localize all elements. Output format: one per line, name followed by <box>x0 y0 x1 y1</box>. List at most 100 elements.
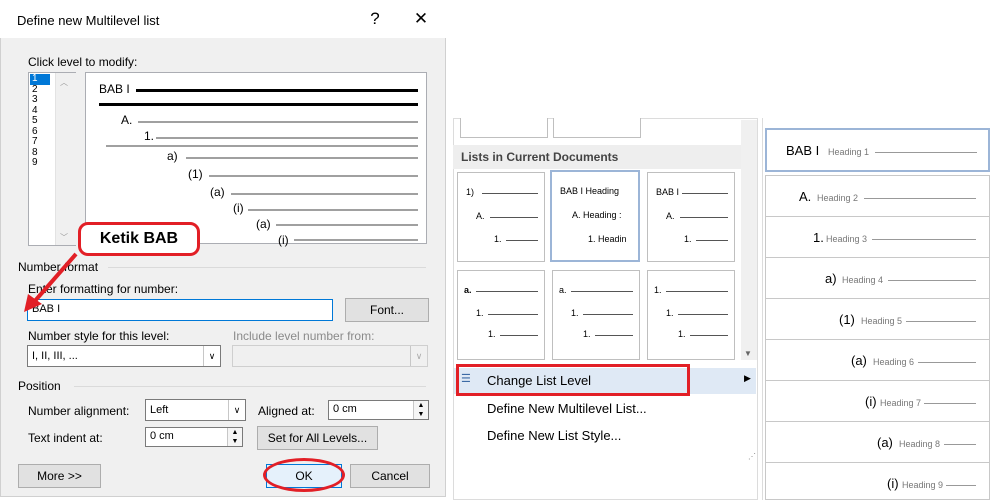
level-option[interactable]: a) Heading 4 <box>765 257 990 301</box>
level-option[interactable]: BAB I Heading 1 <box>765 128 990 172</box>
thumb-text: 1. <box>488 329 496 339</box>
annotation-menu-highlight <box>456 364 690 396</box>
close-icon[interactable]: ✕ <box>409 8 433 30</box>
thumb-text: 1. <box>654 285 662 295</box>
level-number: (i) <box>887 476 899 491</box>
level-heading: Heading 7 <box>880 398 922 408</box>
number-alignment-select[interactable]: Left ∨ <box>145 399 246 421</box>
level-number: 1. <box>813 230 824 245</box>
preview-line <box>106 145 418 147</box>
thumb-text: 1. <box>494 234 502 244</box>
thumb-line <box>482 193 538 194</box>
level-option[interactable]: A. Heading 2 <box>765 175 990 219</box>
level-option[interactable]: (a) Heading 6 <box>765 339 990 383</box>
chevron-down-icon: ∨ <box>410 346 427 366</box>
thumb-text: A. <box>476 211 485 221</box>
preview-label: (1) <box>188 167 203 181</box>
font-button[interactable]: Font... <box>345 298 429 322</box>
thumb-text: 1. <box>583 329 591 339</box>
aligned-at-value: 0 cm <box>333 403 357 415</box>
text-indent-input[interactable]: 0 cm ▲ ▼ <box>145 427 243 447</box>
preview-label: (i) <box>278 233 289 247</box>
number-style-value: I, II, III, ... <box>32 350 78 362</box>
scroll-down-icon[interactable]: ﹀ <box>60 232 68 243</box>
thumb-line <box>682 193 728 194</box>
more-button[interactable]: More >> <box>18 464 101 488</box>
cancel-button[interactable]: Cancel <box>350 464 430 488</box>
gallery-thumb[interactable]: BAB I A. 1. <box>647 172 735 262</box>
thumb-line <box>696 240 728 241</box>
level-line <box>888 280 976 281</box>
resize-grip-icon[interactable]: ⋰ <box>748 452 756 461</box>
thumb-line <box>690 335 728 336</box>
gallery-thumb[interactable]: 1. 1. 1. <box>647 270 735 360</box>
thumb-line <box>490 217 538 218</box>
level-option[interactable]: (1) Heading 5 <box>765 298 990 342</box>
level-number: (a) <box>877 435 893 450</box>
aligned-at-label: Aligned at: <box>258 404 315 418</box>
thumb-text: a. <box>559 285 567 295</box>
level-option[interactable]: (i) Heading 9 <box>765 462 990 500</box>
gallery-thumb[interactable] <box>553 118 641 138</box>
level-preview: BAB I A. 1. a) (1) (a) (i) (a) (i) <box>85 72 427 247</box>
level-number: (a) <box>851 353 867 368</box>
level-heading: Heading 5 <box>861 316 903 326</box>
preview-label: 1. <box>144 129 155 143</box>
menu-define-multilevel[interactable]: Define New Multilevel List... <box>487 401 647 416</box>
chevron-down-icon[interactable]: ∨ <box>203 346 220 366</box>
spinner-icon[interactable]: ▲ ▼ <box>413 401 428 419</box>
thumb-line <box>500 335 538 336</box>
preview-label: A. <box>121 113 133 127</box>
thumb-text: a. <box>464 285 472 295</box>
thumb-text: 1. <box>666 308 674 318</box>
gallery-scrollbar[interactable]: ▼ <box>741 120 757 360</box>
level-number: (1) <box>839 312 855 327</box>
preview-label: a) <box>167 149 178 163</box>
thumb-line <box>666 291 728 292</box>
level-item[interactable]: 9 <box>30 157 50 169</box>
gallery-thumb[interactable]: a. 1. 1. <box>552 270 640 360</box>
aligned-at-input[interactable]: 0 cm ▲ ▼ <box>328 400 429 420</box>
chevron-down-icon[interactable]: ∨ <box>228 400 245 420</box>
level-heading: Heading 2 <box>817 193 859 203</box>
preview-line <box>231 193 418 195</box>
level-line <box>944 444 976 445</box>
number-alignment-value: Left <box>150 404 169 416</box>
thumb-text: A. Heading : <box>572 210 622 220</box>
preview-line <box>99 103 418 106</box>
position-group-label: Position <box>18 379 61 393</box>
menu-define-list-style[interactable]: Define New List Style... <box>487 428 621 443</box>
thumb-text: 1. Headin <box>588 234 627 244</box>
level-option[interactable]: (i) Heading 7 <box>765 380 990 424</box>
level-line <box>946 485 976 486</box>
gallery-thumb-selected[interactable]: BAB I Heading A. Heading : 1. Headin <box>550 170 640 262</box>
level-item[interactable]: 5 <box>30 115 50 127</box>
annotation-callout: Ketik BAB <box>78 222 200 256</box>
preview-line <box>248 209 418 211</box>
level-option[interactable]: 1. Heading 3 <box>765 216 990 260</box>
preview-label: (i) <box>233 201 244 215</box>
group-divider <box>108 267 426 268</box>
thumb-text: 1. <box>684 234 692 244</box>
thumb-text: 1. <box>571 308 579 318</box>
level-item[interactable]: 1 <box>30 73 50 85</box>
level-list-scrollbar[interactable]: ︿ ﹀ <box>55 73 76 245</box>
level-item[interactable]: 3 <box>30 94 50 106</box>
gallery-thumb[interactable]: a. 1. 1. <box>457 270 545 360</box>
level-heading: Heading 6 <box>873 357 915 367</box>
include-level-label: Include level number from: <box>233 329 375 343</box>
help-button[interactable]: ? <box>363 8 387 30</box>
spinner-icon[interactable]: ▲ ▼ <box>227 428 242 446</box>
gallery-thumb[interactable]: 1) A. 1. <box>457 172 545 262</box>
level-item[interactable]: 7 <box>30 136 50 148</box>
scroll-up-icon[interactable]: ︿ <box>60 77 68 88</box>
text-indent-label: Text indent at: <box>28 431 103 445</box>
level-heading: Heading 3 <box>826 234 868 244</box>
level-option[interactable]: (a) Heading 8 <box>765 421 990 465</box>
include-level-select: ∨ <box>232 345 428 367</box>
thumb-line <box>583 314 633 315</box>
scroll-down-icon[interactable]: ▼ <box>744 349 752 358</box>
number-style-select[interactable]: I, II, III, ... ∨ <box>27 345 221 367</box>
gallery-thumb[interactable] <box>460 118 548 138</box>
set-for-all-levels-button[interactable]: Set for All Levels... <box>257 426 378 450</box>
